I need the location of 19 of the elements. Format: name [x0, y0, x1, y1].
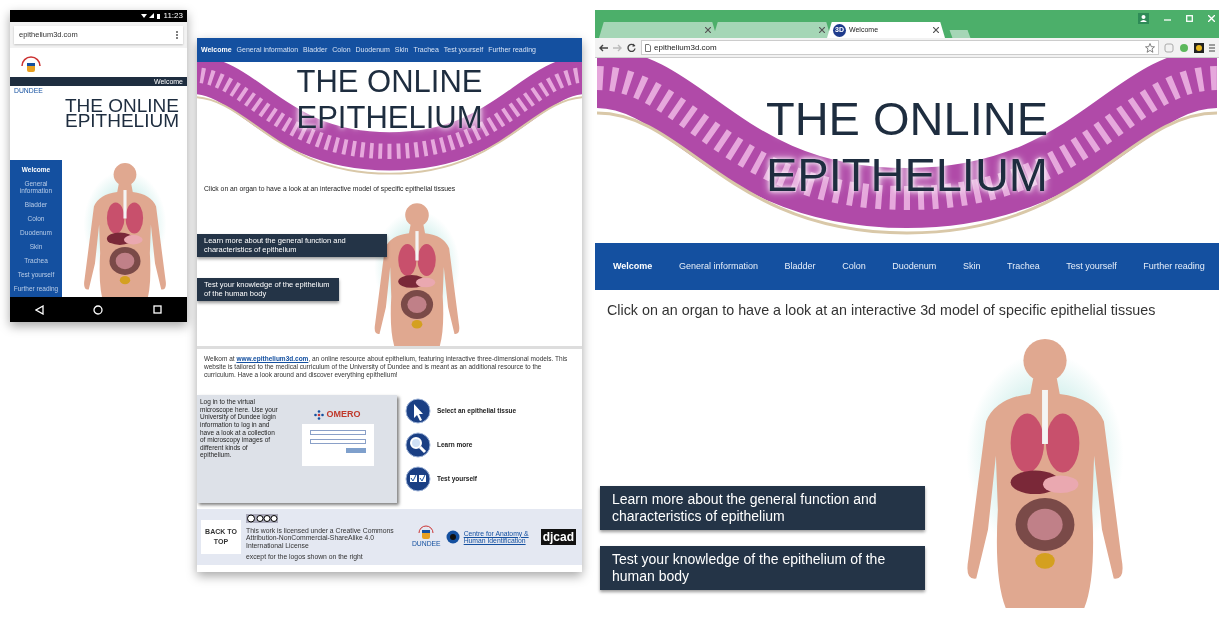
nav-link[interactable]: Trachea [1006, 259, 1040, 274]
site-title: THE ONLINE [764, 92, 1049, 146]
nav-link[interactable]: General information [678, 259, 758, 274]
status-time: 11:23 [163, 10, 183, 22]
intro-text: Click on an organ to have a look at an interactive 3d model of specific epithelial tissues [606, 301, 1157, 320]
omero-logo-text: OMERO [326, 408, 361, 422]
nav-link[interactable]: Skin [962, 259, 981, 274]
nav-link[interactable]: Duodenum [892, 259, 937, 274]
nav-link[interactable]: Colon [842, 259, 866, 274]
nav-link[interactable]: Further reading [1143, 259, 1205, 274]
site-title: THE ONLINE [295, 64, 484, 100]
address-bar[interactable]: epithelium3d.com [641, 40, 1159, 55]
info-card[interactable]: Learn more about the general function and characteristics of epithelium [600, 486, 925, 531]
url-text: epithelium3d.com [654, 41, 718, 54]
nav-link[interactable]: Welcome [613, 259, 653, 274]
info-card[interactable]: Test your knowledge of the epithelium of the human body [600, 546, 925, 591]
nav-link[interactable]: Bladder [784, 259, 816, 274]
djcad-logo: djcad [540, 529, 576, 546]
nav-link[interactable]: Test yourself [1066, 259, 1117, 274]
